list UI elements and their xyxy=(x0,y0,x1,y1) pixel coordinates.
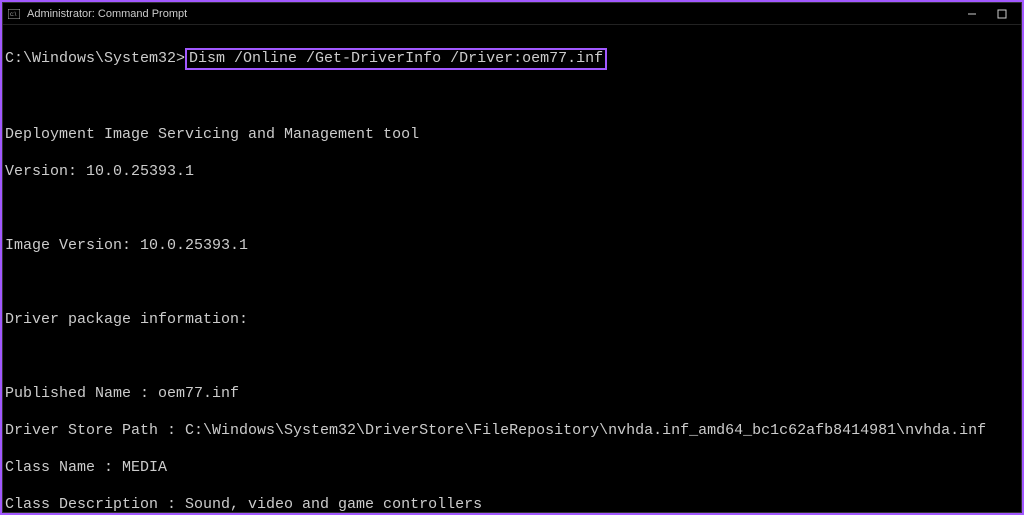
dism-version: Version: 10.0.25393.1 xyxy=(5,163,1021,182)
blank-line xyxy=(5,89,1021,108)
class-name: Class Name : MEDIA xyxy=(5,459,1021,478)
command-prompt-window: c:\ Administrator: Command Prompt C:\Win… xyxy=(2,2,1022,513)
blank-line xyxy=(5,274,1021,293)
minimize-button[interactable] xyxy=(957,3,987,25)
prompt-path: C:\Windows\System32> xyxy=(5,50,185,67)
svg-text:c:\: c:\ xyxy=(10,12,17,18)
titlebar[interactable]: c:\ Administrator: Command Prompt xyxy=(3,3,1021,25)
published-name: Published Name : oem77.inf xyxy=(5,385,1021,404)
driver-store-path: Driver Store Path : C:\Windows\System32\… xyxy=(5,422,1021,441)
window-controls xyxy=(957,3,1017,25)
dism-header: Deployment Image Servicing and Managemen… xyxy=(5,126,1021,145)
maximize-button[interactable] xyxy=(987,3,1017,25)
image-version: Image Version: 10.0.25393.1 xyxy=(5,237,1021,256)
command-highlight: Dism /Online /Get-DriverInfo /Driver:oem… xyxy=(185,48,607,71)
blank-line xyxy=(5,200,1021,219)
window-title: Administrator: Command Prompt xyxy=(27,8,957,20)
class-description: Class Description : Sound, video and gam… xyxy=(5,496,1021,513)
terminal-output[interactable]: C:\Windows\System32>Dism /Online /Get-Dr… xyxy=(3,25,1021,512)
cmd-icon: c:\ xyxy=(7,7,21,21)
prompt-line: C:\Windows\System32>Dism /Online /Get-Dr… xyxy=(5,48,1021,71)
blank-line xyxy=(5,348,1021,367)
pkg-info-title: Driver package information: xyxy=(5,311,1021,330)
command-text: Dism /Online /Get-DriverInfo /Driver:oem… xyxy=(189,50,603,67)
